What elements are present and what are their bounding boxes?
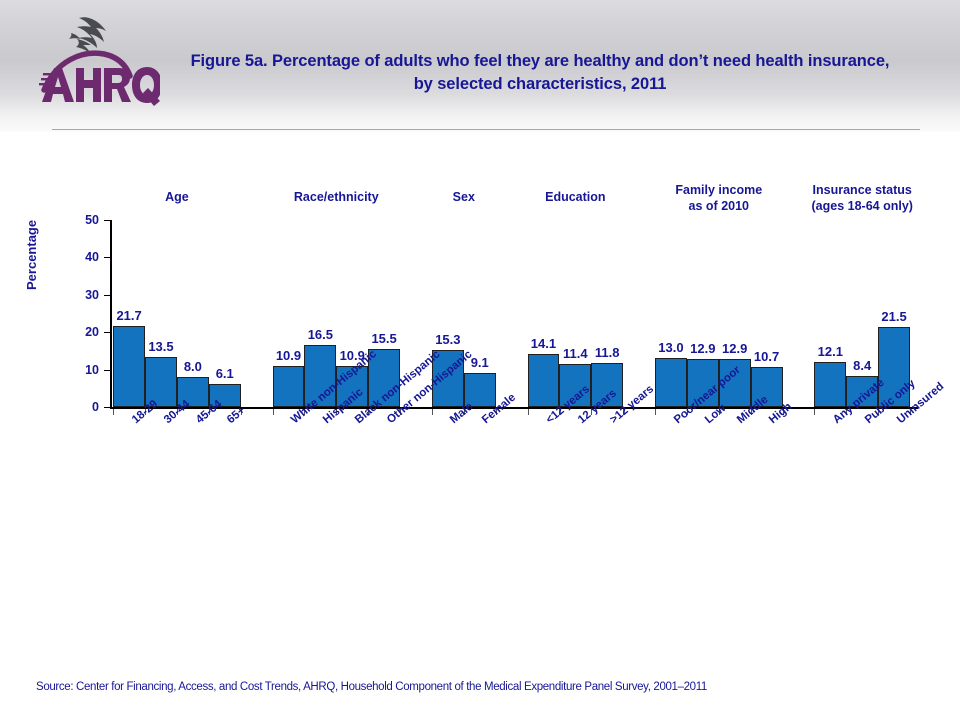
bar-value-label: 10.9 xyxy=(275,348,302,364)
y-tick-label: 20 xyxy=(85,325,99,340)
bar[interactable] xyxy=(527,354,560,407)
bar-value-label: 10.7 xyxy=(753,348,780,364)
bar-value-label: 11.8 xyxy=(594,344,620,360)
y-tick-mark xyxy=(104,220,110,221)
bar-chart: Percentage 0 10 20 30 40 50 21.7 13.5 8.0 6.1 10.… xyxy=(0,0,960,720)
bar-value-label: 8.4 xyxy=(853,357,872,373)
x-tick-mark xyxy=(272,409,274,415)
y-tick-mark xyxy=(104,407,110,408)
bar-value-label: 13.5 xyxy=(148,338,174,354)
bar[interactable] xyxy=(655,358,687,407)
x-tick-mark xyxy=(814,409,816,415)
group-header: Age xyxy=(165,190,189,204)
bar-value-label: 15.3 xyxy=(435,331,461,347)
y-tick-mark xyxy=(104,294,110,296)
bar-value-label: 21.5 xyxy=(881,308,907,324)
bar-value-label: 12.1 xyxy=(817,343,843,359)
y-tick-mark xyxy=(104,332,110,334)
x-tick-mark xyxy=(113,409,115,415)
group-header: Insurance status (ages 18-64 only) xyxy=(811,183,913,213)
bar-value-label: 21.7 xyxy=(116,307,142,323)
y-tick-label: 30 xyxy=(85,287,99,302)
bar-value-label: 15.5 xyxy=(371,331,397,347)
y-tick-label: 40 xyxy=(85,250,99,265)
bar[interactable] xyxy=(113,325,146,407)
source-note: Source: Center for Financing, Access, an… xyxy=(36,681,707,693)
y-axis-title: Percentage xyxy=(24,219,39,290)
y-tick-label: 50 xyxy=(85,213,99,227)
x-tick-mark xyxy=(431,409,433,415)
bar-value-label: 6.1 xyxy=(215,366,234,382)
x-axis-line xyxy=(110,407,918,409)
bar[interactable] xyxy=(272,366,305,407)
x-tick-mark xyxy=(655,409,657,415)
y-tick-mark xyxy=(104,369,110,371)
y-tick-mark xyxy=(104,257,110,259)
x-tick-mark xyxy=(527,409,529,415)
bar[interactable] xyxy=(814,361,847,407)
plot-area: 0 10 20 30 40 50 21.7 13.5 8.0 6.1 10.9 16.5 10.9 15… xyxy=(85,183,946,426)
bar-value-label: 16.5 xyxy=(307,327,333,343)
y-tick-label: 10 xyxy=(85,362,99,377)
y-tick-label: 0 xyxy=(92,400,99,414)
